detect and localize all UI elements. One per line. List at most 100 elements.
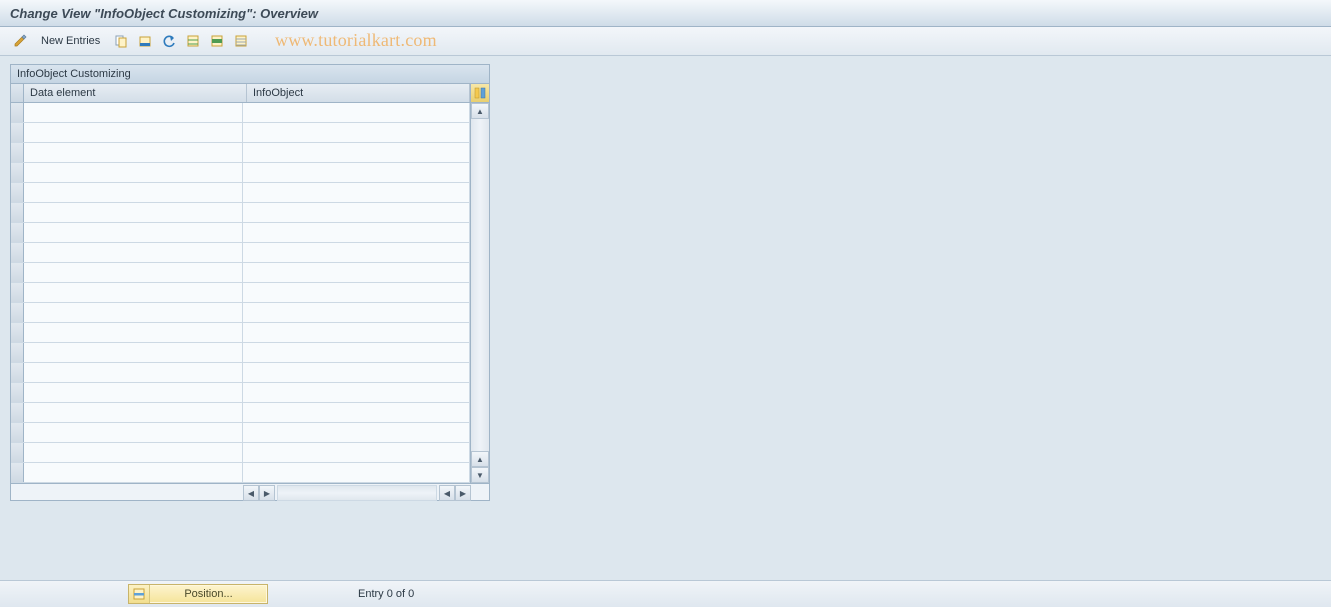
configure-columns-icon[interactable]: [471, 84, 489, 103]
row-selector[interactable]: [11, 103, 24, 122]
cell-data-element[interactable]: [24, 163, 243, 182]
row-selector[interactable]: [11, 263, 24, 282]
cell-data-element[interactable]: [24, 423, 243, 442]
cell-data-element[interactable]: [24, 403, 243, 422]
copy-as-icon[interactable]: [111, 31, 131, 51]
cell-infoobject[interactable]: [243, 243, 470, 262]
scroll-right2-icon[interactable]: ▶: [455, 485, 471, 501]
row-selector[interactable]: [11, 163, 24, 182]
row-selector[interactable]: [11, 183, 24, 202]
cell-data-element[interactable]: [24, 243, 243, 262]
cell-infoobject[interactable]: [243, 403, 470, 422]
scroll-left2-icon[interactable]: ◀: [439, 485, 455, 501]
grid-header-row: Data element InfoObject: [11, 84, 470, 103]
cell-data-element[interactable]: [24, 263, 243, 282]
table-row[interactable]: [11, 103, 470, 123]
cell-infoobject[interactable]: [243, 303, 470, 322]
position-button[interactable]: Position...: [128, 584, 268, 604]
vertical-scrollbar[interactable]: ▲ ▲ ▼: [471, 103, 489, 483]
cell-data-element[interactable]: [24, 463, 243, 482]
table-row[interactable]: [11, 183, 470, 203]
cell-data-element[interactable]: [24, 383, 243, 402]
row-selector[interactable]: [11, 363, 24, 382]
row-selector[interactable]: [11, 443, 24, 462]
scroll-left-icon[interactable]: ◀: [243, 485, 259, 501]
cell-data-element[interactable]: [24, 443, 243, 462]
scroll-up2-icon[interactable]: ▲: [471, 451, 489, 467]
table-row[interactable]: [11, 143, 470, 163]
cell-data-element[interactable]: [24, 223, 243, 242]
cell-infoobject[interactable]: [243, 283, 470, 302]
select-all-icon[interactable]: [183, 31, 203, 51]
row-selector[interactable]: [11, 143, 24, 162]
row-selector[interactable]: [11, 383, 24, 402]
cell-infoobject[interactable]: [243, 323, 470, 342]
horizontal-scrollbar[interactable]: [277, 485, 437, 501]
deselect-all-icon[interactable]: [231, 31, 251, 51]
row-selector[interactable]: [11, 303, 24, 322]
new-entries-button[interactable]: New Entries: [34, 32, 107, 50]
cell-data-element[interactable]: [24, 343, 243, 362]
column-header-data-element[interactable]: Data element: [24, 84, 247, 102]
cell-infoobject[interactable]: [243, 203, 470, 222]
cell-data-element[interactable]: [24, 283, 243, 302]
delete-icon[interactable]: [135, 31, 155, 51]
scroll-down-icon[interactable]: ▼: [471, 467, 489, 483]
cell-infoobject[interactable]: [243, 463, 470, 482]
cell-data-element[interactable]: [24, 303, 243, 322]
cell-infoobject[interactable]: [243, 163, 470, 182]
table-row[interactable]: [11, 423, 470, 443]
column-header-infoobject[interactable]: InfoObject: [247, 84, 470, 102]
table-row[interactable]: [11, 203, 470, 223]
select-block-icon[interactable]: [207, 31, 227, 51]
cell-data-element[interactable]: [24, 123, 243, 142]
table-row[interactable]: [11, 223, 470, 243]
row-selector[interactable]: [11, 203, 24, 222]
row-selector[interactable]: [11, 283, 24, 302]
table-row[interactable]: [11, 303, 470, 323]
cell-infoobject[interactable]: [243, 343, 470, 362]
cell-infoobject[interactable]: [243, 223, 470, 242]
table-row[interactable]: [11, 243, 470, 263]
scroll-up-icon[interactable]: ▲: [471, 103, 489, 119]
cell-infoobject[interactable]: [243, 383, 470, 402]
cell-data-element[interactable]: [24, 103, 243, 122]
row-selector[interactable]: [11, 463, 24, 482]
table-row[interactable]: [11, 363, 470, 383]
row-selector[interactable]: [11, 403, 24, 422]
row-selector[interactable]: [11, 323, 24, 342]
cell-infoobject[interactable]: [243, 443, 470, 462]
toggle-display-change-icon[interactable]: [10, 31, 30, 51]
cell-data-element[interactable]: [24, 203, 243, 222]
cell-infoobject[interactable]: [243, 423, 470, 442]
cell-infoobject[interactable]: [243, 363, 470, 382]
horizontal-scrollbar-row: ◀ ▶ ◀ ▶: [11, 484, 489, 500]
table-row[interactable]: [11, 463, 470, 483]
table-row[interactable]: [11, 323, 470, 343]
table-row[interactable]: [11, 343, 470, 363]
cell-data-element[interactable]: [24, 183, 243, 202]
cell-infoobject[interactable]: [243, 183, 470, 202]
table-row[interactable]: [11, 443, 470, 463]
table-row[interactable]: [11, 383, 470, 403]
undo-change-icon[interactable]: [159, 31, 179, 51]
cell-infoobject[interactable]: [243, 263, 470, 282]
cell-data-element[interactable]: [24, 323, 243, 342]
row-selector[interactable]: [11, 123, 24, 142]
table-row[interactable]: [11, 163, 470, 183]
cell-data-element[interactable]: [24, 363, 243, 382]
scroll-right-icon[interactable]: ▶: [259, 485, 275, 501]
cell-infoobject[interactable]: [243, 143, 470, 162]
row-selector-header[interactable]: [11, 84, 24, 102]
row-selector[interactable]: [11, 223, 24, 242]
table-row[interactable]: [11, 403, 470, 423]
row-selector[interactable]: [11, 423, 24, 442]
cell-infoobject[interactable]: [243, 103, 470, 122]
table-row[interactable]: [11, 283, 470, 303]
table-row[interactable]: [11, 263, 470, 283]
row-selector[interactable]: [11, 343, 24, 362]
table-row[interactable]: [11, 123, 470, 143]
cell-data-element[interactable]: [24, 143, 243, 162]
row-selector[interactable]: [11, 243, 24, 262]
cell-infoobject[interactable]: [243, 123, 470, 142]
